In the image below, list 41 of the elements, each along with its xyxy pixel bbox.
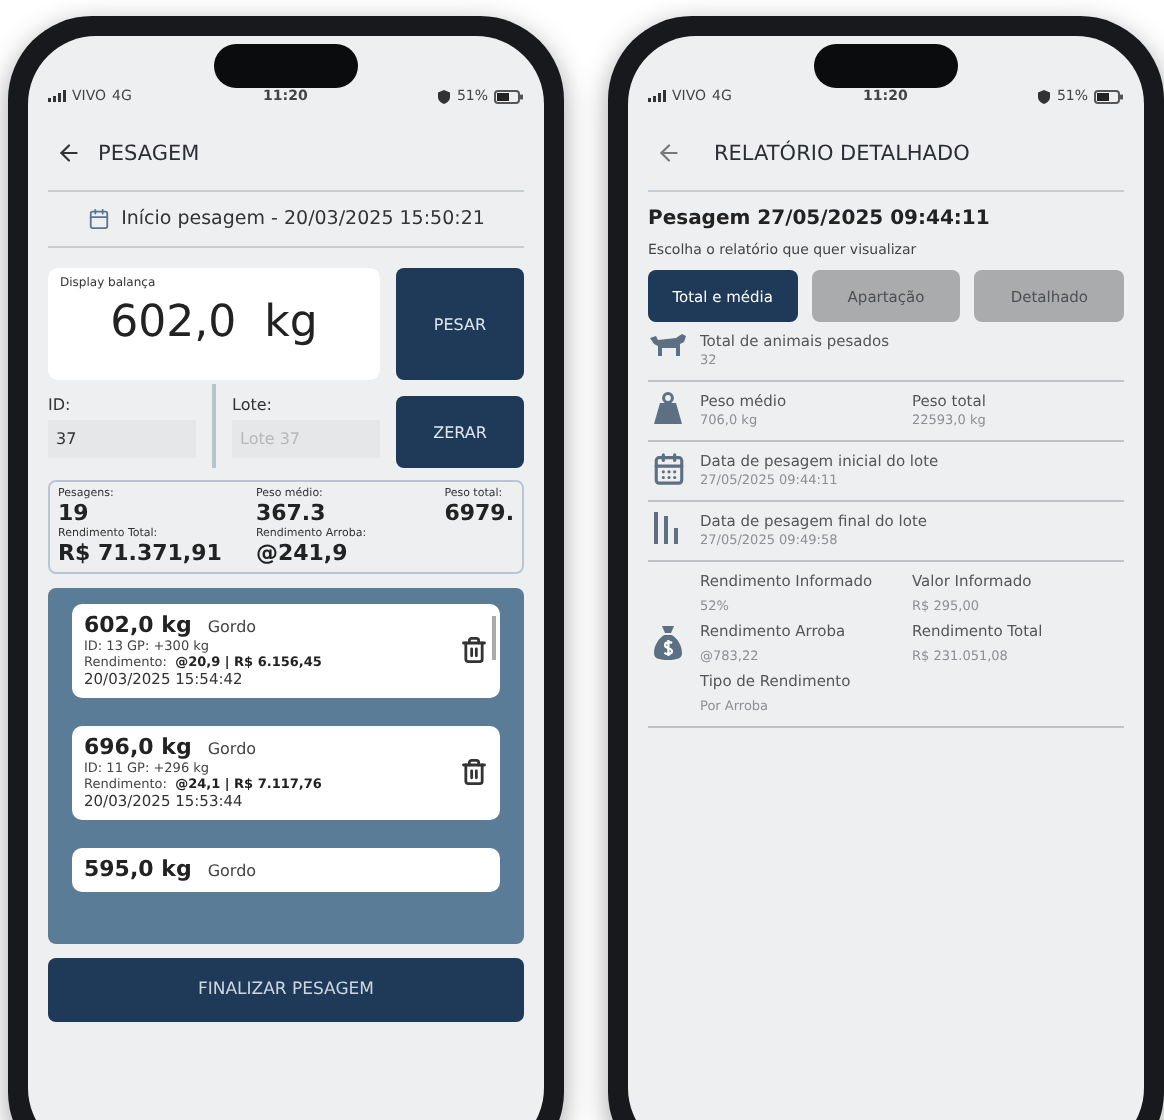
phone-notch (814, 44, 958, 88)
signal-icon (48, 90, 66, 102)
bars-icon (654, 512, 682, 544)
summary-value: 367.3 (255, 500, 328, 526)
start-info: Início pesagem - 20/03/2025 15:50:21 (121, 208, 485, 230)
phone-notch (214, 44, 358, 88)
calendar-icon (651, 452, 685, 486)
report-title: Pesagem 27/05/2025 09:44:11 (648, 208, 992, 230)
display-value: 602,0 kg (108, 298, 320, 348)
summary-value: 6979. (444, 500, 514, 526)
weight-icon (654, 392, 682, 424)
battery-icon (494, 89, 524, 103)
back-icon[interactable] (56, 140, 82, 166)
shield-icon (438, 89, 451, 103)
record-category: Gordo (207, 740, 257, 758)
delete-icon[interactable] (460, 758, 488, 786)
battery-icon (1094, 89, 1124, 103)
id-label: ID: (48, 396, 73, 414)
shield-icon (1038, 89, 1051, 103)
weigh-button[interactable]: PESAR (396, 268, 524, 380)
finish-button[interactable]: FINALIZAR PESAGEM (48, 958, 524, 1022)
lot-label: Lote: (232, 396, 274, 414)
money-bag-icon (654, 626, 682, 660)
record-weight: 696,0 kg (84, 734, 192, 760)
summary-value: @241,9 (255, 540, 350, 566)
record-category: Gordo (207, 618, 257, 636)
id-field[interactable]: 37 (48, 420, 196, 458)
summary-value: 19 (58, 500, 91, 526)
screen-title: PESAGEM (98, 141, 200, 165)
summary-value: R$ 71.371,91 (58, 540, 224, 566)
calendar-icon (87, 208, 110, 230)
cow-icon (650, 332, 686, 356)
screen-title: RELATÓRIO DETALHADO (714, 141, 970, 165)
record-weight: 595,0 kg (84, 856, 192, 882)
record-weight: 602,0 kg (84, 612, 192, 638)
weighing-record[interactable]: 595,0 kg Gordo (72, 848, 500, 892)
reset-button[interactable]: ZERAR (396, 396, 524, 468)
scrollbar (492, 616, 496, 660)
record-category: Gordo (207, 862, 257, 880)
signal-icon (648, 90, 666, 102)
delete-icon[interactable] (460, 636, 488, 664)
